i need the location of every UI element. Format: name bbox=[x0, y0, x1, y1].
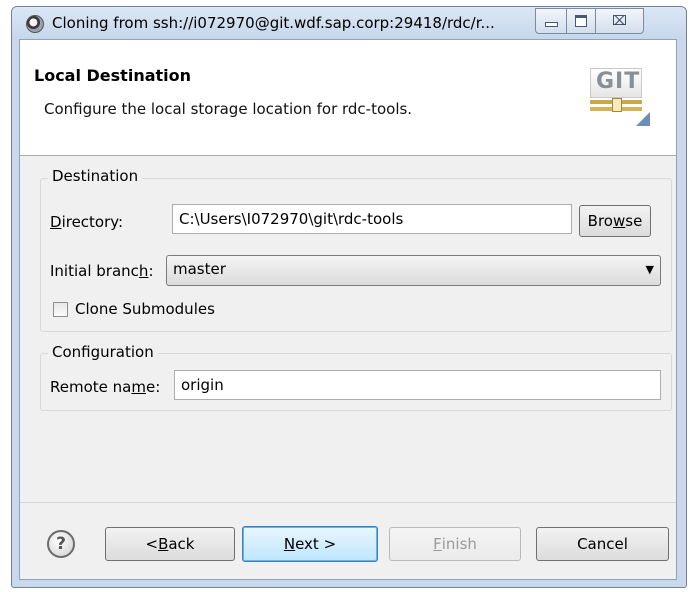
clone-submodules-checkbox[interactable] bbox=[53, 302, 68, 317]
initial-branch-select[interactable]: master ▼ bbox=[166, 255, 661, 286]
finish-button[interactable]: Finish bbox=[389, 527, 521, 561]
close-icon: ⌧ bbox=[612, 13, 627, 29]
minimize-icon bbox=[544, 21, 558, 27]
initial-branch-label: Initial branch: bbox=[50, 262, 154, 280]
wizard-header: Local Destination Configure the local st… bbox=[20, 40, 676, 156]
clone-submodules-label[interactable]: Clone Submodules bbox=[75, 300, 215, 318]
page-title: Local Destination bbox=[34, 66, 192, 85]
directory-input[interactable]: C:\Users\I072970\git\rdc-tools bbox=[172, 204, 572, 234]
eclipse-app-icon bbox=[26, 15, 44, 33]
maximize-icon bbox=[575, 15, 587, 27]
destination-legend: Destination bbox=[48, 167, 143, 185]
title-bar[interactable]: Cloning from ssh://i072970@git.wdf.sap.c… bbox=[12, 7, 686, 40]
window-title: Cloning from ssh://i072970@git.wdf.sap.c… bbox=[52, 14, 495, 32]
help-icon[interactable]: ? bbox=[47, 530, 75, 558]
directory-label: Directory: bbox=[50, 213, 124, 231]
git-logo-text: GIT bbox=[596, 69, 641, 94]
page-description: Configure the local storage location for… bbox=[44, 100, 413, 118]
footer-divider bbox=[20, 502, 676, 503]
cancel-button[interactable]: Cancel bbox=[536, 527, 669, 561]
next-button[interactable]: Next > bbox=[242, 526, 378, 562]
git-logo-icon: GIT bbox=[590, 68, 654, 134]
initial-branch-value: master bbox=[173, 260, 226, 278]
dropdown-arrow-icon: ▼ bbox=[645, 263, 654, 276]
remote-name-input[interactable]: origin bbox=[174, 370, 661, 400]
browse-button[interactable]: Bro w se bbox=[579, 205, 651, 237]
remote-name-label: Remote name: bbox=[50, 378, 161, 396]
back-button[interactable]: < Back bbox=[105, 527, 235, 561]
maximize-button[interactable] bbox=[566, 8, 596, 34]
close-button[interactable]: ⌧ bbox=[595, 8, 644, 34]
minimize-button[interactable] bbox=[535, 8, 567, 34]
configuration-legend: Configuration bbox=[48, 343, 158, 361]
